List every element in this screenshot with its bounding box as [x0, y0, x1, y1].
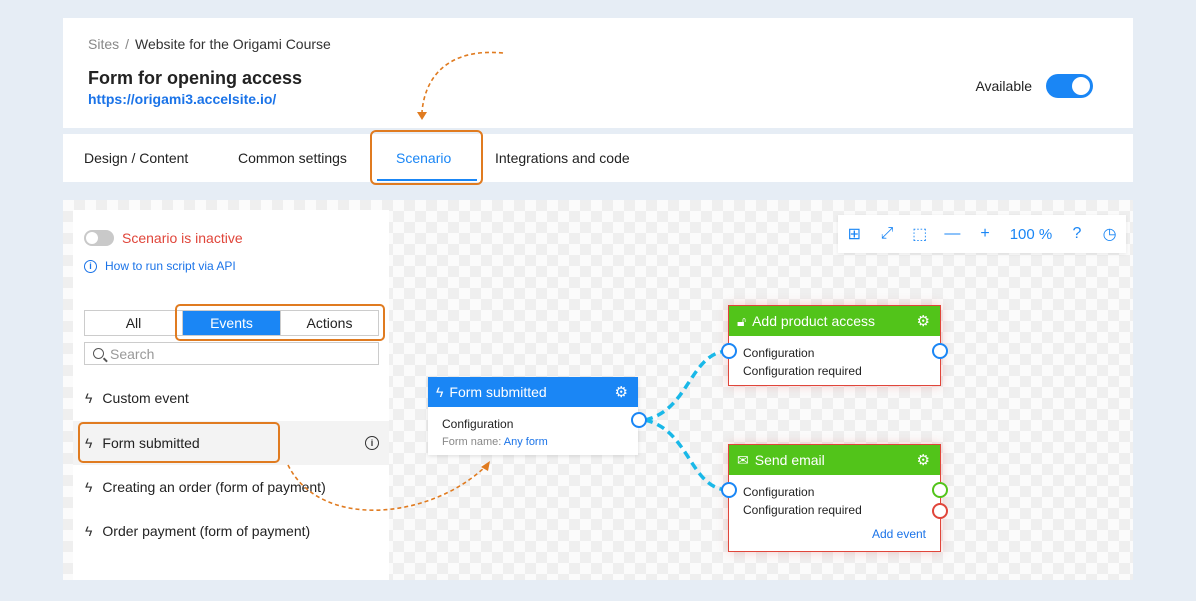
trigger-node-body: Configuration Form name: Any form — [428, 407, 638, 459]
form-name-value[interactable]: Any form — [504, 436, 548, 448]
event-item-label: Custom event — [102, 390, 189, 406]
scenario-tab-highlight — [370, 130, 483, 185]
action-config-label: Configuration — [743, 485, 815, 499]
breadcrumb-separator: / — [125, 36, 130, 52]
page-header: Sites / Website for the Origami Course For… — [63, 18, 1133, 128]
search-input[interactable]: Search — [84, 342, 379, 365]
breadcrumb-root[interactable]: Sites — [88, 36, 119, 52]
event-item[interactable]: ϟ Creating an order (form of payment) — [73, 465, 389, 509]
action-config-status: Configuration required — [743, 503, 862, 517]
event-item[interactable]: ϟ Custom event — [73, 376, 389, 420]
action-node-title: Add product access — [752, 313, 876, 329]
trigger-node-header[interactable]: ϟ Form submitted ⚙ — [428, 377, 638, 407]
tab-design-content[interactable]: Design / Content — [84, 150, 188, 166]
zoom-in-icon[interactable]: + — [977, 225, 993, 243]
availability-control: Available — [975, 74, 1093, 98]
action-node-title: Send email — [754, 452, 825, 468]
grid-icon[interactable]: ⊞ — [846, 224, 862, 244]
frame-icon[interactable]: ⬚ — [912, 224, 928, 244]
trigger-config-label: Configuration — [442, 417, 514, 431]
gear-icon[interactable]: ⚙ — [917, 451, 930, 469]
search-icon — [93, 348, 104, 359]
lightning-icon: ϟ — [85, 390, 93, 406]
help-icon[interactable]: ? — [1069, 225, 1085, 243]
action-node-header[interactable]: 🔓︎ Add product access ⚙ — [729, 306, 940, 336]
api-help-label: How to run script via API — [105, 259, 236, 273]
fit-screen-icon[interactable]: ⤢ — [879, 225, 895, 243]
gear-icon[interactable]: ⚙ — [615, 383, 628, 401]
action-node-body: Configuration Configuration required — [729, 475, 940, 527]
info-icon[interactable]: i — [365, 436, 379, 450]
trigger-node[interactable]: ϟ Form submitted ⚙ Configuration Form na… — [428, 377, 638, 455]
lightning-icon: ϟ — [436, 384, 444, 400]
api-help-link[interactable]: i How to run script via API — [84, 259, 236, 273]
gear-icon[interactable]: ⚙ — [917, 312, 930, 330]
action-node-add-product-access[interactable]: 🔓︎ Add product access ⚙ Configuration Co… — [728, 305, 941, 386]
action-config-label: Configuration — [743, 346, 815, 360]
trigger-node-title: Form submitted — [449, 384, 547, 400]
event-item-label: Order payment (form of payment) — [102, 523, 311, 539]
scenario-active-switch[interactable] — [84, 230, 114, 246]
action-node-body: Configuration Configuration required — [729, 336, 940, 388]
add-event-link[interactable]: Add event — [872, 527, 926, 541]
tab-bar: Design / Content Common settings Scenari… — [63, 130, 1133, 185]
zoom-out-icon[interactable]: — — [944, 225, 960, 243]
canvas-toolbar: ⊞ ⤢ ⬚ — + 100 % ? ◷ — [838, 215, 1126, 253]
lock-icon: 🔓︎ — [737, 312, 747, 329]
event-item[interactable]: ϟ Order payment (form of payment) — [73, 509, 389, 553]
action-node-send-email[interactable]: ✉ Send email ⚙ Configuration Configurati… — [728, 444, 941, 552]
availability-switch[interactable] — [1046, 74, 1093, 98]
page-title: Form for opening access — [88, 68, 303, 88]
action-node-header[interactable]: ✉ Send email ⚙ — [729, 445, 940, 475]
info-icon: i — [84, 259, 97, 273]
action-config-status: Configuration required — [743, 364, 862, 378]
history-icon[interactable]: ◷ — [1102, 224, 1118, 244]
breadcrumb: Sites / Website for the Origami Course — [88, 36, 331, 52]
search-placeholder: Search — [110, 345, 155, 362]
lightning-icon: ϟ — [85, 523, 93, 539]
form-name-label: Form name: — [442, 436, 502, 448]
envelope-icon: ✉ — [737, 451, 749, 468]
breadcrumb-current: Website for the Origami Course — [135, 36, 331, 52]
event-item-label: Creating an order (form of payment) — [102, 479, 326, 495]
tab-common-settings[interactable]: Common settings — [238, 150, 347, 166]
lightning-icon: ϟ — [85, 479, 93, 495]
event-panel: Scenario is inactive i How to run script… — [73, 210, 389, 580]
scenario-status-row: Scenario is inactive — [84, 230, 243, 246]
scenario-canvas[interactable]: Scenario is inactive i How to run script… — [63, 200, 1133, 580]
tab-integrations[interactable]: Integrations and code — [495, 150, 630, 166]
scenario-status-text: Scenario is inactive — [122, 230, 243, 246]
filter-all[interactable]: All — [85, 311, 182, 335]
filter-highlight — [175, 304, 385, 341]
event-highlight — [78, 422, 280, 463]
site-url-link[interactable]: https://origami3.accelsite.io/ — [88, 91, 276, 107]
availability-label: Available — [975, 78, 1032, 94]
zoom-level: 100 % — [1009, 225, 1053, 243]
